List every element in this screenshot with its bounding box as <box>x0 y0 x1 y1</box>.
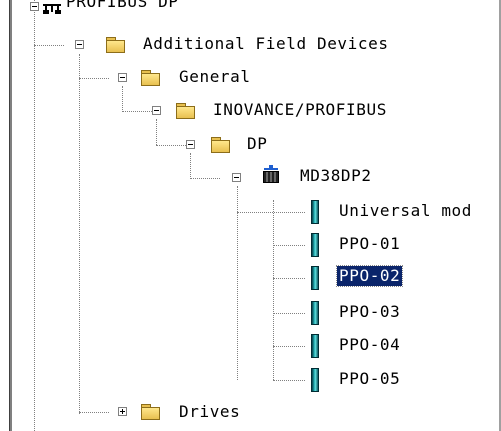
folder-icon <box>176 103 195 119</box>
tree-guide-line <box>190 153 192 179</box>
tree-node-general[interactable]: General <box>177 67 253 87</box>
tree-guide-line <box>237 212 305 214</box>
folder-icon <box>141 70 160 86</box>
expand-collapse-toggle[interactable] <box>30 2 39 11</box>
module-icon <box>311 334 319 358</box>
tree-node-module-selected[interactable]: PPO-02 <box>335 265 404 287</box>
tree-node-inovance-profibus[interactable]: INOVANCE/PROFIBUS <box>211 100 389 120</box>
tree-guide-line <box>273 200 275 380</box>
folder-icon <box>141 404 160 420</box>
expand-collapse-toggle[interactable] <box>152 106 161 115</box>
tree-guide-line <box>273 380 305 382</box>
expand-collapse-toggle[interactable] <box>118 407 127 416</box>
folder-icon <box>106 37 125 53</box>
tree-node-module[interactable]: PPO-05 <box>337 369 402 389</box>
tree-guide-line <box>273 346 305 348</box>
module-icon <box>311 301 319 325</box>
tree-guide-line <box>122 86 124 112</box>
tree-node-module[interactable]: PPO-03 <box>337 302 402 322</box>
tree-guide-line <box>79 412 109 414</box>
network-icon <box>43 0 61 14</box>
tree-node-module[interactable]: PPO-04 <box>337 335 402 355</box>
tree-guide-line <box>79 78 109 80</box>
tree-guide-line <box>190 178 220 180</box>
tree-node-drives[interactable]: Drives <box>177 402 242 422</box>
module-icon <box>311 200 319 224</box>
expand-collapse-toggle[interactable] <box>186 140 195 149</box>
tree-left-frame <box>0 0 12 431</box>
tree-guide-line <box>34 45 64 47</box>
tree-guide-line <box>156 145 186 147</box>
tree-node-dp[interactable]: DP <box>245 134 269 154</box>
tree-guide-line <box>273 313 305 315</box>
tree-guide-line <box>273 245 305 247</box>
folder-icon <box>211 137 230 153</box>
module-icon <box>311 266 319 290</box>
tree-guide-line <box>237 186 239 380</box>
tree-node-additional-field-devices[interactable]: Additional Field Devices <box>141 34 391 54</box>
tree-guide-line <box>79 54 81 414</box>
tree-guide-line <box>122 111 152 113</box>
tree-node-module[interactable]: Universal mod <box>337 201 474 221</box>
device-icon <box>262 165 280 183</box>
expand-collapse-toggle[interactable] <box>232 173 241 182</box>
tree-guide-line <box>273 278 305 280</box>
expand-collapse-toggle[interactable] <box>118 73 127 82</box>
tree-node-module[interactable]: PPO-01 <box>337 234 402 254</box>
expand-collapse-toggle[interactable] <box>75 40 84 49</box>
tree-guide-line <box>156 119 158 145</box>
module-icon <box>311 368 319 392</box>
module-icon <box>311 233 319 257</box>
tree-guide-line <box>34 0 36 431</box>
tree-node-md38dp2[interactable]: MD38DP2 <box>298 166 374 186</box>
tree-node-profibus-dp[interactable]: PROFIBUS DP <box>64 0 181 12</box>
